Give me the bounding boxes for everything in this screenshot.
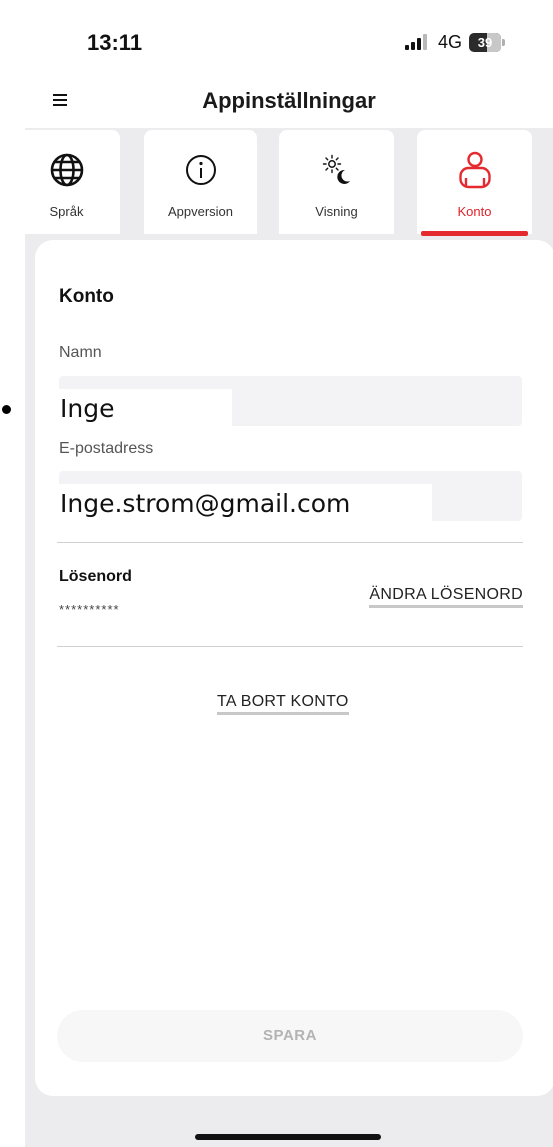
battery-level: 39 [477, 34, 493, 50]
password-mask: ********** [59, 602, 120, 617]
email-value: Inge.strom@gmail.com [57, 484, 432, 524]
tab-label-app-version: Appversion [167, 204, 234, 219]
tab-app-version[interactable]: Appversion [144, 130, 257, 234]
user-icon [458, 151, 491, 189]
divider [57, 542, 523, 543]
save-button[interactable]: SPARA [57, 1010, 523, 1062]
page: 13:11 4G 39 Appinställningar Språk Appve… [0, 0, 553, 1147]
password-label: Lösenord [59, 568, 132, 585]
globe-icon [50, 153, 83, 187]
status-bar: 13:11 4G 39 [25, 0, 553, 80]
settings-tabs: Språk Appversion Visning Konto [25, 128, 553, 236]
network-type: 4G [438, 31, 463, 52]
home-indicator[interactable] [195, 1134, 381, 1140]
battery-icon: 39 [469, 32, 502, 52]
delete-account-link[interactable]: TA BORT KONTO [217, 693, 349, 715]
name-value: Inge [57, 389, 232, 429]
section-title: Konto [59, 286, 114, 307]
tab-label-account: Konto [457, 204, 492, 219]
name-label: Namn [59, 344, 102, 361]
active-tab-indicator [421, 231, 528, 236]
page-title: Appinställningar [202, 88, 376, 113]
status-time: 13:11 [87, 30, 143, 55]
info-icon [185, 155, 216, 185]
sun-moon-icon [322, 154, 350, 184]
divider [57, 646, 523, 647]
signal-icon [405, 34, 429, 50]
tab-account[interactable]: Konto [417, 130, 532, 236]
bullet-mark [2, 405, 11, 414]
tab-display[interactable]: Visning [279, 130, 394, 234]
tab-label-display: Visning [315, 204, 358, 219]
phone-screen: 13:11 4G 39 Appinställningar Språk Appve… [25, 0, 553, 1147]
tab-label-language: Språk [49, 204, 84, 219]
tab-language[interactable]: Språk [25, 130, 120, 234]
navigation-bar: Appinställningar [25, 80, 553, 124]
status-indicators: 4G 39 [405, 30, 506, 54]
account-card: Konto Namn Inge E-postadress Inge.strom@… [35, 240, 553, 1096]
email-label: E-postadress [59, 440, 154, 457]
change-password-link[interactable]: ÄNDRA LÖSENORD [369, 586, 523, 608]
